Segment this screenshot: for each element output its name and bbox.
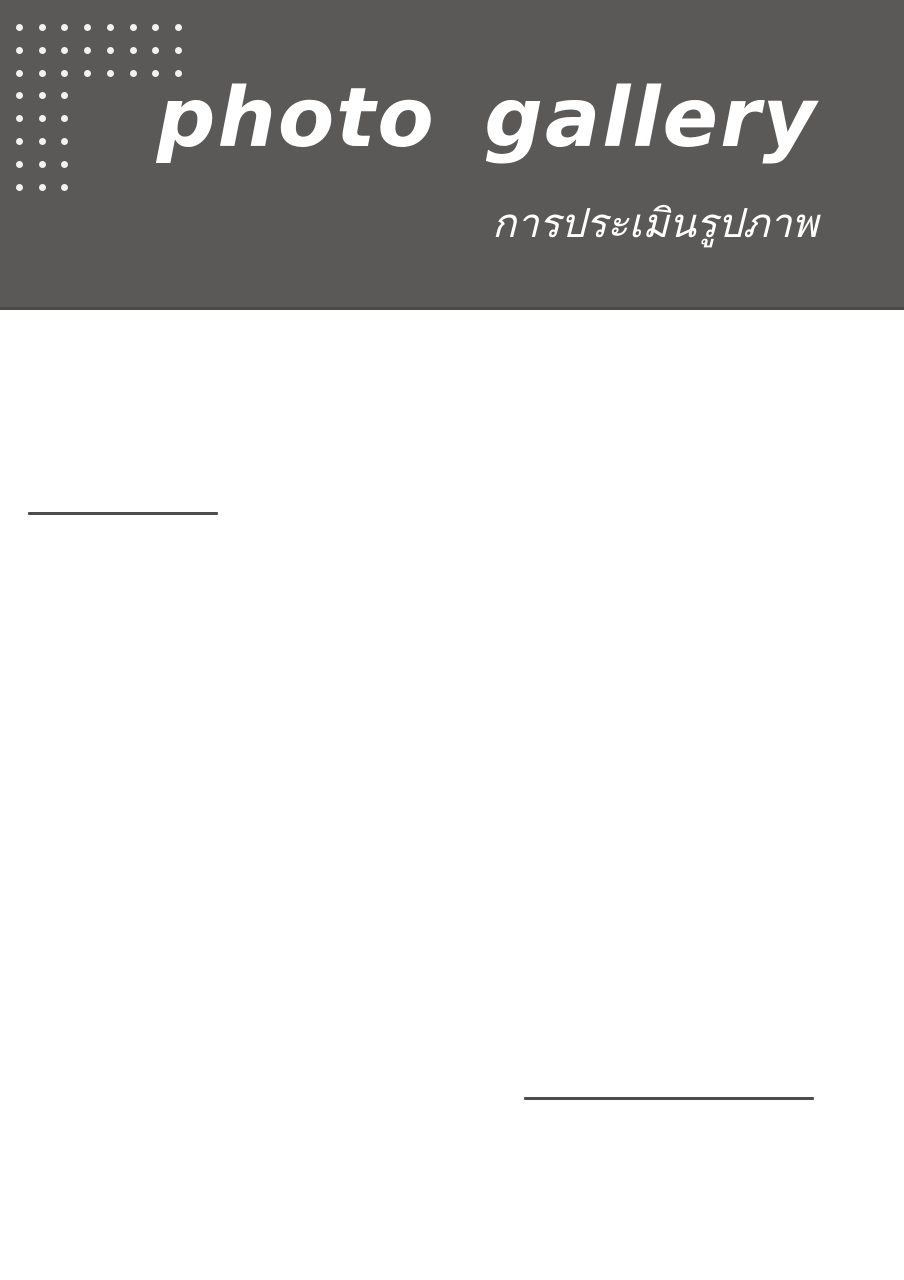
dot [38,160,46,168]
page: photo gallery การประเมินรูปภาพ [0,0,904,1280]
divider-right [524,1097,814,1100]
dot [61,183,69,191]
dot [16,69,23,77]
dot [129,69,137,77]
dot [129,46,137,54]
dot [16,24,23,31]
dot [38,92,46,100]
dot [84,46,92,54]
dot [152,46,160,54]
dot [38,183,46,191]
dot [84,69,92,77]
dot [61,92,69,100]
page-title: photo gallery [156,71,818,166]
dot [16,92,23,100]
dot [61,24,69,31]
dot [38,69,46,77]
dot [38,24,46,31]
page-subtitle: การประเมินรูปภาพ [492,201,818,247]
dot [106,69,114,77]
dot [174,24,182,31]
dot [16,138,23,145]
dot [16,46,23,54]
divider-left [28,512,218,515]
dot [38,138,46,145]
dot [174,46,182,54]
dot [16,160,23,168]
dot [16,183,23,191]
dot [106,24,114,31]
dot [106,46,114,54]
dot [84,24,92,31]
dot [61,160,69,168]
dot [38,115,46,123]
dot [61,69,69,77]
dot [38,46,46,54]
dot [61,138,69,145]
dot [129,24,137,31]
dot [152,24,160,31]
dot [61,115,69,123]
dot [16,115,23,123]
header-banner: photo gallery การประเมินรูปภาพ [0,0,904,310]
dot [61,46,69,54]
